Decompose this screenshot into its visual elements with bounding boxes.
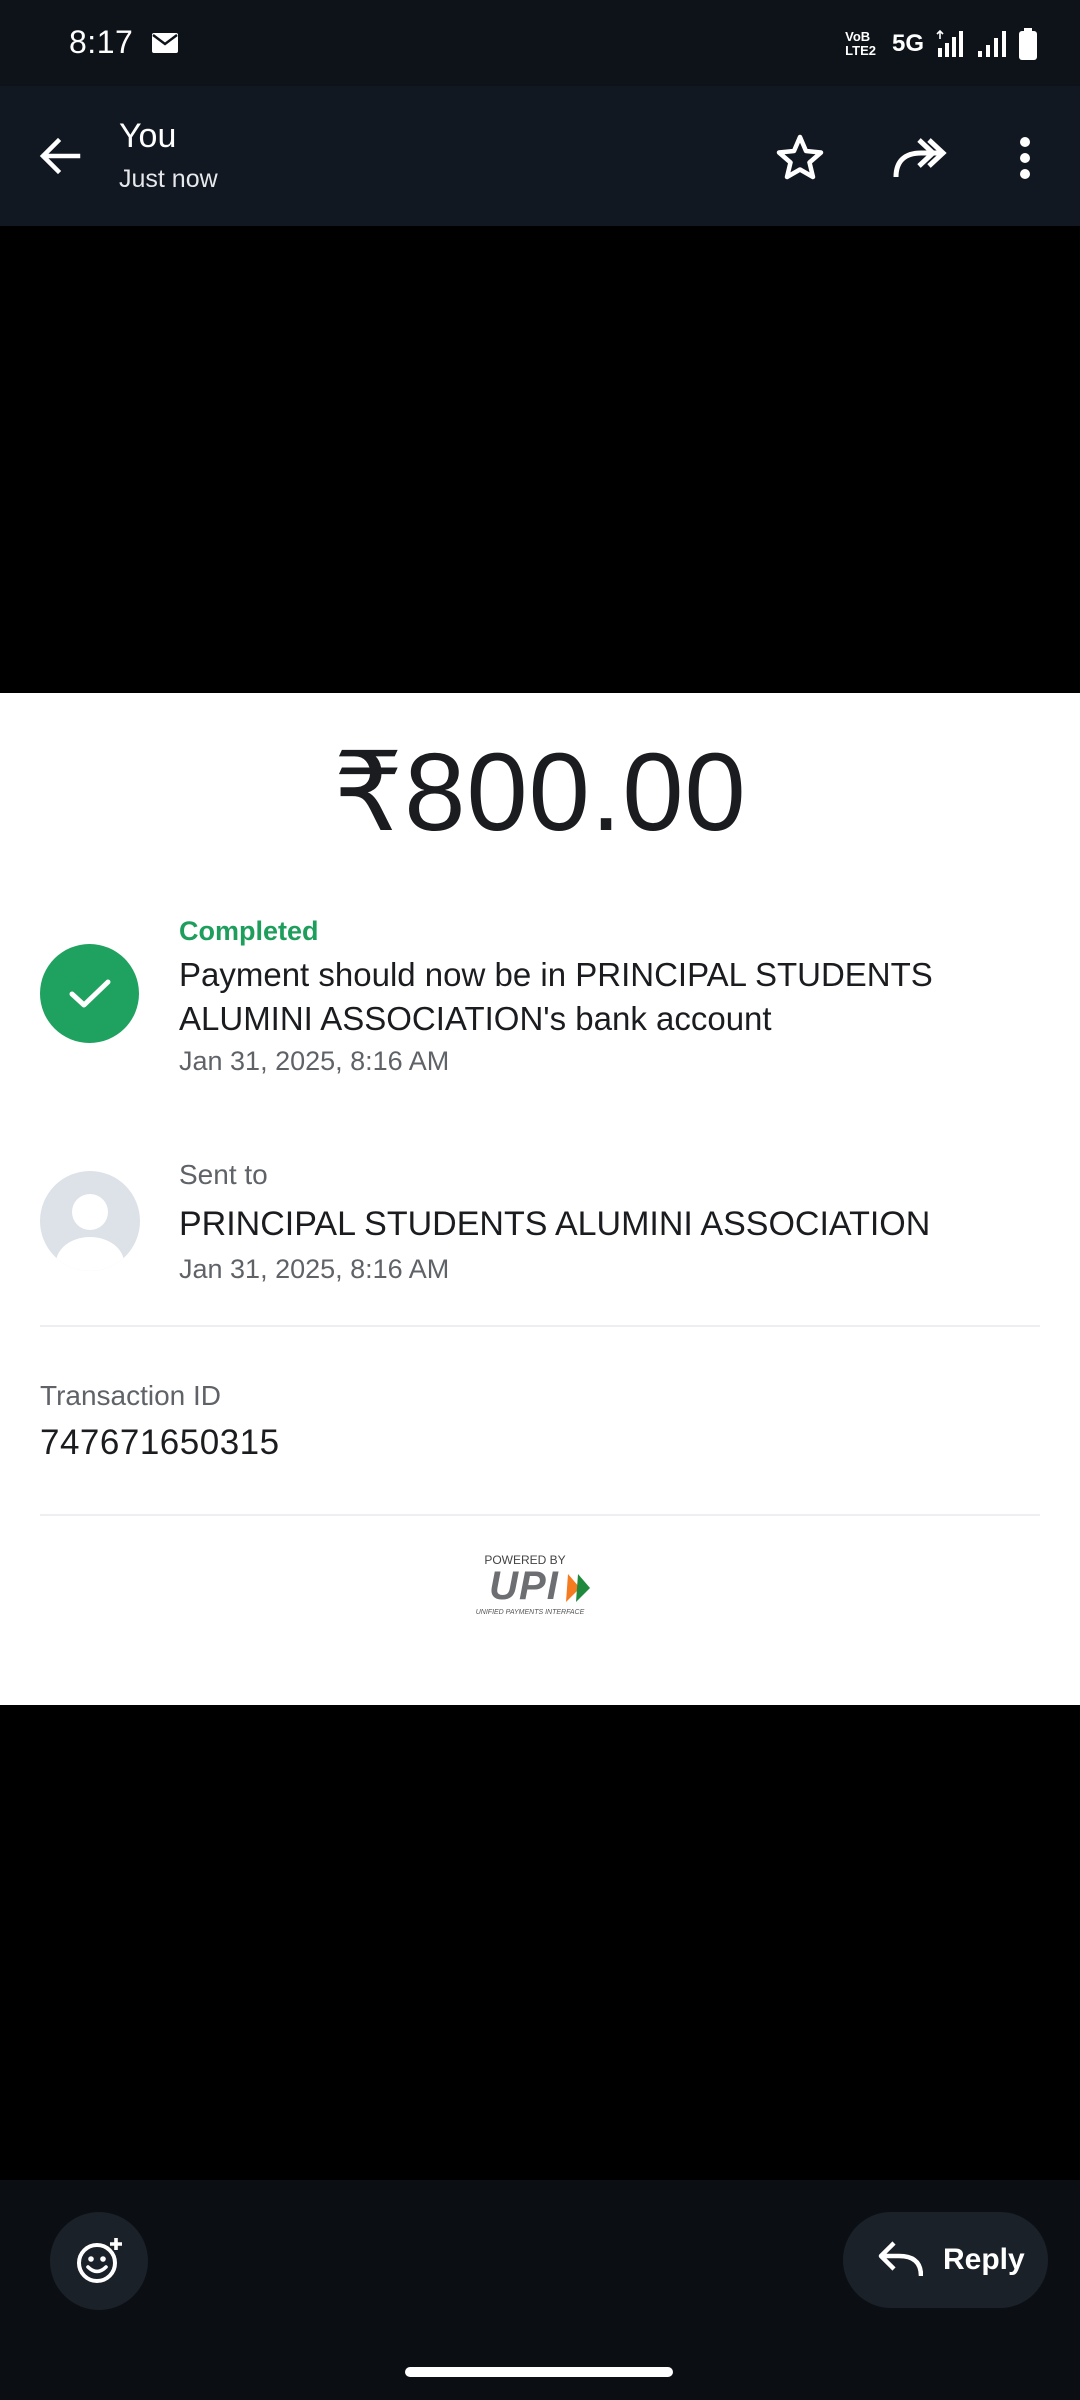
back-button[interactable] <box>30 126 90 186</box>
transaction-id: 747671650315 <box>40 1423 280 1462</box>
status-icons: VoB LTE2 5G <box>845 22 1038 66</box>
reply-button[interactable]: Reply <box>843 2212 1048 2308</box>
recipient-info: Sent to PRINCIPAL STUDENTS ALUMINI ASSOC… <box>179 1157 1059 1287</box>
lte-label: LTE2 <box>845 43 876 58</box>
add-reaction-icon <box>77 2238 122 2283</box>
more-options-button[interactable] <box>993 126 1057 190</box>
title-block: You Just now <box>119 116 218 196</box>
upi-mark: UPI <box>489 1564 559 1608</box>
payment-status: Completed Payment should now be in PRINC… <box>179 913 1039 1079</box>
sent-date: Jan 31, 2025, 8:16 AM <box>179 1254 450 1284</box>
status-label: Completed <box>179 916 319 946</box>
reply-label: Reply <box>943 2243 1025 2276</box>
signal-icon <box>978 31 1006 57</box>
star-icon <box>776 134 824 180</box>
person-icon <box>56 1194 124 1271</box>
page-subtitle: Just now <box>119 165 218 193</box>
recipient-name: PRINCIPAL STUDENTS ALUMINI ASSOCIATION <box>179 1205 931 1243</box>
bottom-bar: Reply <box>0 2180 1080 2400</box>
divider <box>40 1325 1040 1327</box>
checkmark-icon <box>69 979 110 1007</box>
upi-tagline: UNIFIED PAYMENTS INTERFACE <box>476 1609 585 1616</box>
payment-receipt: ₹800.00 Completed Payment should now be … <box>0 693 1080 1705</box>
payment-amount: ₹800.00 <box>333 731 747 854</box>
media-background-top <box>0 226 1080 693</box>
signal-icon <box>936 29 963 57</box>
transaction-id-label: Transaction ID <box>40 1380 222 1411</box>
forward-icon <box>893 138 947 178</box>
reply-icon <box>878 2241 923 2277</box>
media-background-bottom <box>0 1705 1080 2180</box>
status-date: Jan 31, 2025, 8:16 AM <box>179 1046 450 1076</box>
mail-icon <box>152 33 178 53</box>
status-time: 8:17 <box>69 24 134 60</box>
sent-to-label: Sent to <box>179 1159 268 1190</box>
avatar <box>40 1171 140 1271</box>
more-vert-icon <box>1020 137 1030 179</box>
status-bar: 8:17 VoB LTE2 5G <box>0 0 1080 86</box>
forward-button[interactable] <box>888 126 952 190</box>
volte-label: VoB <box>845 29 871 44</box>
status-message: Payment should now be in PRINCIPAL STUDE… <box>179 956 933 1037</box>
completed-check-icon <box>40 944 139 1043</box>
back-arrow-icon <box>39 137 81 175</box>
home-indicator[interactable] <box>405 2367 673 2377</box>
divider <box>40 1514 1040 1516</box>
volte-indicator: VoB LTE2 <box>845 30 876 58</box>
network-type-label: 5G <box>891 30 924 57</box>
add-reaction-button[interactable] <box>50 2212 148 2310</box>
upi-logo: POWERED BY UPI UNIFIED PAYMENTS INTERFAC… <box>476 1553 590 1616</box>
app-bar: You Just now <box>0 86 1080 226</box>
battery-icon <box>1019 28 1037 60</box>
star-button[interactable] <box>768 126 832 190</box>
page-title: You <box>119 117 177 155</box>
transaction-info: Transaction ID 747671650315 <box>40 1378 280 1466</box>
